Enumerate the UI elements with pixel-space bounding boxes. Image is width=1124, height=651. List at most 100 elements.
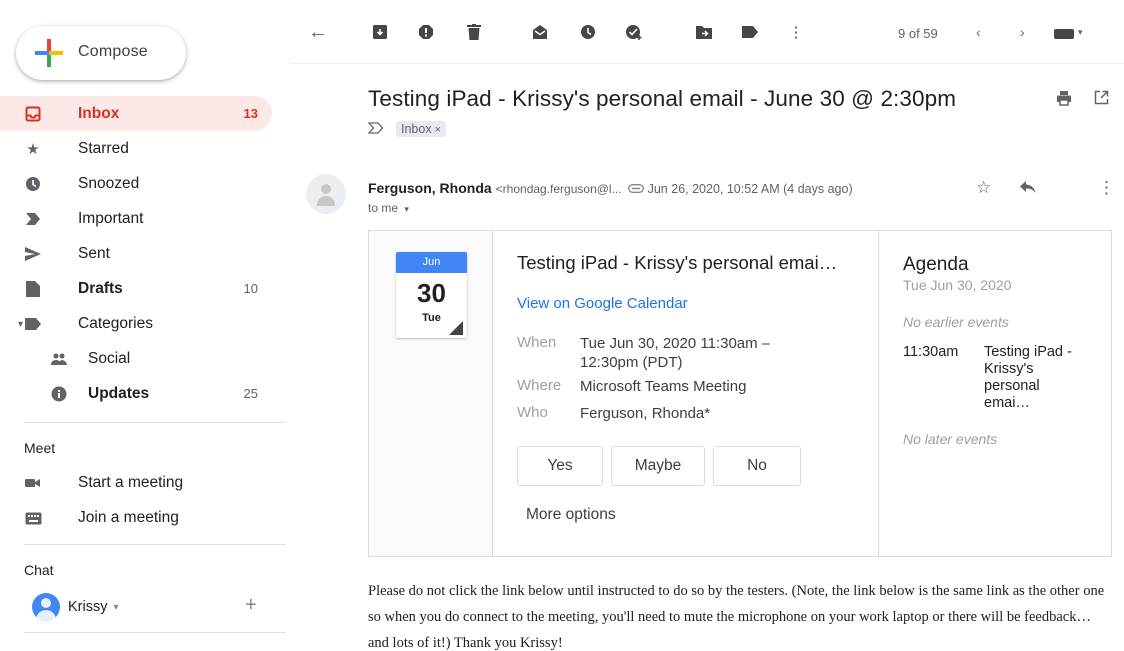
sender-name[interactable]: Ferguson, Rhonda	[368, 180, 492, 196]
start-meeting-label: Start a meeting	[78, 474, 184, 491]
sidebar-item-label: Drafts	[78, 279, 123, 297]
clock-icon	[24, 175, 42, 193]
archive-icon[interactable]	[370, 22, 390, 42]
agenda-title: Agenda	[903, 254, 969, 275]
sidebar-divider	[24, 632, 286, 633]
chat-section-title: Chat	[24, 562, 54, 578]
remove-label-icon[interactable]: ×	[435, 124, 441, 136]
cal-month: Jun	[396, 252, 467, 273]
invite-details: Testing iPad - Krissy's personal emai… V…	[493, 231, 879, 556]
event-when-label: When	[517, 334, 557, 351]
important-marker-icon[interactable]	[367, 121, 384, 137]
add-chat-icon[interactable]: +	[245, 594, 257, 617]
event-when-value: Tue Jun 30, 2020 11:30am – 12:30pm (PDT)	[580, 335, 771, 371]
updates-count: 25	[243, 386, 258, 401]
rsvp-no-button[interactable]: No	[713, 446, 801, 486]
view-on-calendar-link[interactable]: View on Google Calendar	[517, 295, 688, 312]
sidebar-item-important[interactable]: Important	[0, 201, 272, 236]
star-icon[interactable]: ☆	[976, 178, 991, 198]
video-camera-icon	[24, 477, 42, 489]
keyboard-icon	[24, 512, 42, 525]
snooze-icon[interactable]	[578, 22, 598, 42]
people-icon	[50, 350, 68, 368]
join-meeting-label: Join a meeting	[78, 509, 179, 526]
delete-icon[interactable]	[464, 22, 484, 42]
compose-plus-icon	[34, 38, 64, 68]
compose-label: Compose	[78, 43, 148, 60]
sidebar-item-sent[interactable]: Sent	[0, 236, 272, 271]
join-meeting-button[interactable]: Join a meeting	[24, 502, 179, 534]
chat-user-krissy[interactable]: Krissy ▾	[32, 592, 267, 622]
label-chip-text: Inbox	[401, 122, 432, 136]
sidebar-item-label: Inbox	[78, 104, 120, 122]
agenda-event[interactable]: 11:30am Testing iPad - Krissy's personal…	[903, 344, 1084, 412]
sidebar-item-label: Important	[78, 209, 144, 227]
event-where-label: Where	[517, 377, 562, 394]
sidebar: Compose Inbox 13 ★ Starred Snoozed Impor…	[0, 0, 290, 651]
sidebar-item-inbox[interactable]: Inbox 13	[0, 96, 272, 131]
event-title: Testing iPad - Krissy's personal emai…	[517, 252, 838, 273]
send-icon	[24, 245, 42, 263]
sidebar-item-categories[interactable]: ▾ Categories	[0, 306, 272, 341]
sender-email: <rhondag.ferguson@l...	[495, 182, 622, 196]
recipients-dropdown[interactable]: to me ▾	[368, 201, 409, 215]
input-tools-icon[interactable]	[1054, 29, 1074, 39]
open-in-new-window-icon[interactable]	[1094, 90, 1109, 110]
pagination-count: 9 of 59	[898, 26, 938, 41]
mark-unread-icon[interactable]	[530, 22, 550, 42]
sidebar-item-drafts[interactable]: Drafts 10	[0, 271, 272, 306]
chevron-down-icon: ▾	[404, 204, 409, 214]
sidebar-item-snoozed[interactable]: Snoozed	[0, 166, 272, 201]
sent-date: Jun 26, 2020, 10:52 AM (4 days ago)	[647, 182, 853, 196]
sidebar-divider	[24, 544, 286, 545]
rsvp-maybe-button[interactable]: Maybe	[611, 446, 705, 486]
agenda-date: Tue Jun 30, 2020	[903, 277, 1012, 293]
reply-icon[interactable]	[1020, 178, 1036, 198]
no-later-events: No later events	[903, 431, 998, 447]
sender-line: Ferguson, Rhonda <rhondag.ferguson@l... …	[368, 180, 988, 196]
rsvp-yes-button[interactable]: Yes	[517, 446, 603, 486]
chevron-down-icon[interactable]: ▾	[113, 602, 118, 613]
sidebar-item-label: Starred	[78, 139, 129, 157]
chevron-right-icon[interactable]: ›	[1020, 24, 1025, 40]
print-icon[interactable]	[1056, 90, 1072, 111]
sidebar-item-label: Snoozed	[78, 174, 140, 192]
email-subject: Testing iPad - Krissy's personal email -…	[368, 86, 957, 111]
chevron-left-icon[interactable]: ‹	[976, 24, 981, 40]
label-icon	[24, 315, 42, 333]
more-options-button[interactable]: More options	[526, 506, 616, 524]
sender-avatar	[306, 174, 346, 214]
sidebar-divider	[24, 422, 286, 423]
more-icon[interactable]: ⋮	[1098, 178, 1115, 198]
inbox-icon	[24, 105, 42, 123]
move-to-icon[interactable]	[694, 22, 714, 42]
calendar-invite-card: Jun 30 Tue Testing iPad - Krissy's perso…	[368, 230, 1112, 557]
compose-button[interactable]: Compose	[16, 26, 186, 80]
back-icon[interactable]: ←	[308, 21, 328, 43]
report-spam-icon[interactable]	[416, 22, 436, 42]
recipients-label: to me	[368, 201, 399, 215]
sidebar-item-label: Sent	[78, 244, 110, 262]
sidebar-item-updates[interactable]: Updates 25	[0, 376, 272, 411]
chat-user-name: Krissy	[68, 599, 108, 615]
sidebar-item-social[interactable]: Social	[0, 341, 272, 376]
add-to-tasks-icon[interactable]	[624, 22, 644, 42]
email-body: Please do not click the link below until…	[368, 583, 1105, 651]
sidebar-item-starred[interactable]: ★ Starred	[0, 131, 272, 166]
start-meeting-button[interactable]: Start a meeting	[24, 467, 183, 499]
labels-icon[interactable]	[740, 22, 760, 42]
meet-section-title: Meet	[24, 440, 56, 456]
chevron-down-icon[interactable]: ▾	[1078, 27, 1083, 38]
label-row: Inbox ×	[367, 121, 447, 137]
agenda-event-name: Testing iPad - Krissy's personal emai…	[984, 344, 1072, 411]
label-chip-inbox: Inbox ×	[396, 121, 447, 137]
invite-date-panel: Jun 30 Tue	[369, 231, 493, 556]
sidebar-item-label: Social	[88, 349, 131, 367]
draft-icon	[24, 280, 42, 298]
star-icon: ★	[26, 140, 40, 158]
event-where-value: Microsoft Teams Meeting	[580, 378, 747, 395]
event-who-value[interactable]: Ferguson, Rhonda*	[580, 404, 710, 423]
more-icon[interactable]: ⋮	[786, 22, 806, 42]
info-icon	[50, 385, 68, 403]
caret-down-icon[interactable]: ▾	[18, 319, 23, 330]
